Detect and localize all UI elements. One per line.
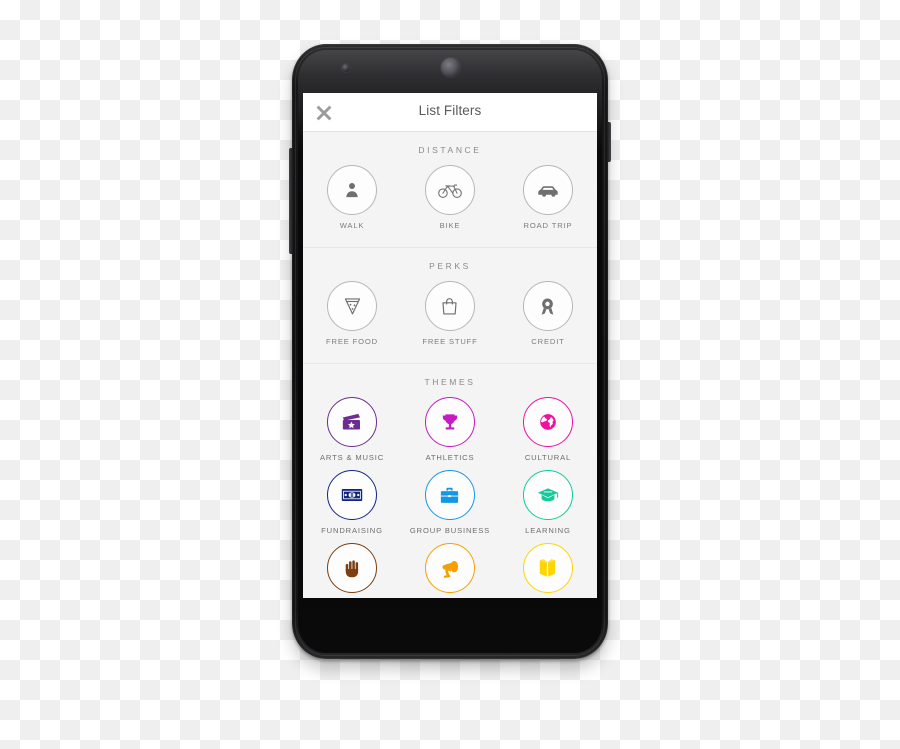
filter-bike[interactable]: BIKE <box>401 165 499 230</box>
megaphone-icon <box>439 558 460 579</box>
filter-group-business[interactable]: GROUP BUSINESS <box>401 470 499 535</box>
phone-screen: List Filters DISTANCE WALK BIKE ROAD TRI… <box>303 93 597 598</box>
filter-label: GROUP BUSINESS <box>409 526 491 535</box>
filter-label: ARTS & MUSIC <box>319 453 385 462</box>
filter-circle <box>424 470 475 520</box>
filter-circle <box>424 397 475 447</box>
filter-circle <box>327 281 377 331</box>
filter-free-food[interactable]: FREE FOOD <box>303 281 401 346</box>
filter-fundraising[interactable]: FUNDRAISING <box>303 470 401 535</box>
filter-credit[interactable]: CREDIT <box>499 281 597 346</box>
filter-label: BIKE <box>439 221 461 230</box>
canvas: List Filters DISTANCE WALK BIKE ROAD TRI… <box>0 0 900 749</box>
award-ribbon-icon <box>538 296 557 317</box>
filter-label: ROAD TRIP <box>523 221 573 230</box>
front-camera-icon <box>342 64 350 72</box>
filter-volunteer[interactable] <box>303 543 401 598</box>
person-icon <box>342 180 362 200</box>
filter-arts-and-music[interactable]: ARTS & MUSIC <box>303 397 401 462</box>
filter-grid-themes: ARTS & MUSIC ATHLETICS CULTURAL FUNDRAIS… <box>303 397 597 598</box>
earpiece-speaker-icon <box>441 58 460 77</box>
filter-athletics[interactable]: ATHLETICS <box>401 397 499 462</box>
filter-grid-distance: WALK BIKE ROAD TRIP <box>303 165 597 238</box>
raised-hand-icon <box>343 558 362 579</box>
filter-circle <box>424 281 475 331</box>
filter-grid-perks: FREE FOOD FREE STUFF CREDIT <box>303 281 597 354</box>
pizza-slice-icon <box>343 296 362 316</box>
clapperboard-star-icon <box>341 412 363 432</box>
filter-reading[interactable] <box>499 543 597 598</box>
filter-activism[interactable] <box>401 543 499 598</box>
filter-cultural[interactable]: CULTURAL <box>499 397 597 462</box>
filter-circle <box>327 165 377 215</box>
section-distance: DISTANCE WALK BIKE ROAD TRIP <box>303 132 597 248</box>
filter-label: FREE STUFF <box>422 337 478 346</box>
filter-circle <box>424 543 475 593</box>
graduation-cap-icon <box>537 486 559 504</box>
section-themes: THEMES ARTS & MUSIC ATHLETICS CULTURAL F… <box>303 364 597 598</box>
volume-rocker-button[interactable] <box>289 148 293 254</box>
section-perks: PERKS FREE FOOD FREE STUFF CREDIT <box>303 248 597 364</box>
filter-circle <box>327 470 377 520</box>
filter-circle <box>522 543 573 593</box>
section-title-themes: THEMES <box>424 377 476 387</box>
filter-label: ATHLETICS <box>425 453 475 462</box>
trophy-icon <box>440 412 460 432</box>
filter-circle <box>424 165 475 215</box>
section-title-perks: PERKS <box>429 261 471 271</box>
open-book-icon <box>537 558 558 578</box>
filter-circle <box>522 470 573 520</box>
money-bill-icon <box>341 487 363 503</box>
filter-walk[interactable]: WALK <box>303 165 401 230</box>
filter-label: WALK <box>339 221 365 230</box>
filter-circle <box>327 543 377 593</box>
filter-label: CULTURAL <box>524 453 572 462</box>
page-title: List Filters <box>418 103 482 118</box>
filter-label: FUNDRAISING <box>321 526 383 535</box>
filter-label: FREE FOOD <box>326 337 378 346</box>
filter-circle <box>522 397 573 447</box>
shopping-bag-icon <box>440 296 459 316</box>
filter-label: CREDIT <box>531 337 565 346</box>
filter-road-trip[interactable]: ROAD TRIP <box>499 165 597 230</box>
bicycle-icon <box>438 181 462 199</box>
section-title-distance: DISTANCE <box>418 145 482 155</box>
globe-icon <box>538 412 558 432</box>
filter-learning[interactable]: LEARNING <box>499 470 597 535</box>
power-button[interactable] <box>607 122 611 162</box>
car-icon <box>536 182 560 198</box>
filter-free-stuff[interactable]: FREE STUFF <box>401 281 499 346</box>
filter-circle <box>327 397 377 447</box>
filter-circle <box>522 281 573 331</box>
filter-label: LEARNING <box>525 526 571 535</box>
briefcase-icon <box>439 486 460 505</box>
filter-circle <box>522 165 573 215</box>
app-header: List Filters <box>303 93 597 132</box>
